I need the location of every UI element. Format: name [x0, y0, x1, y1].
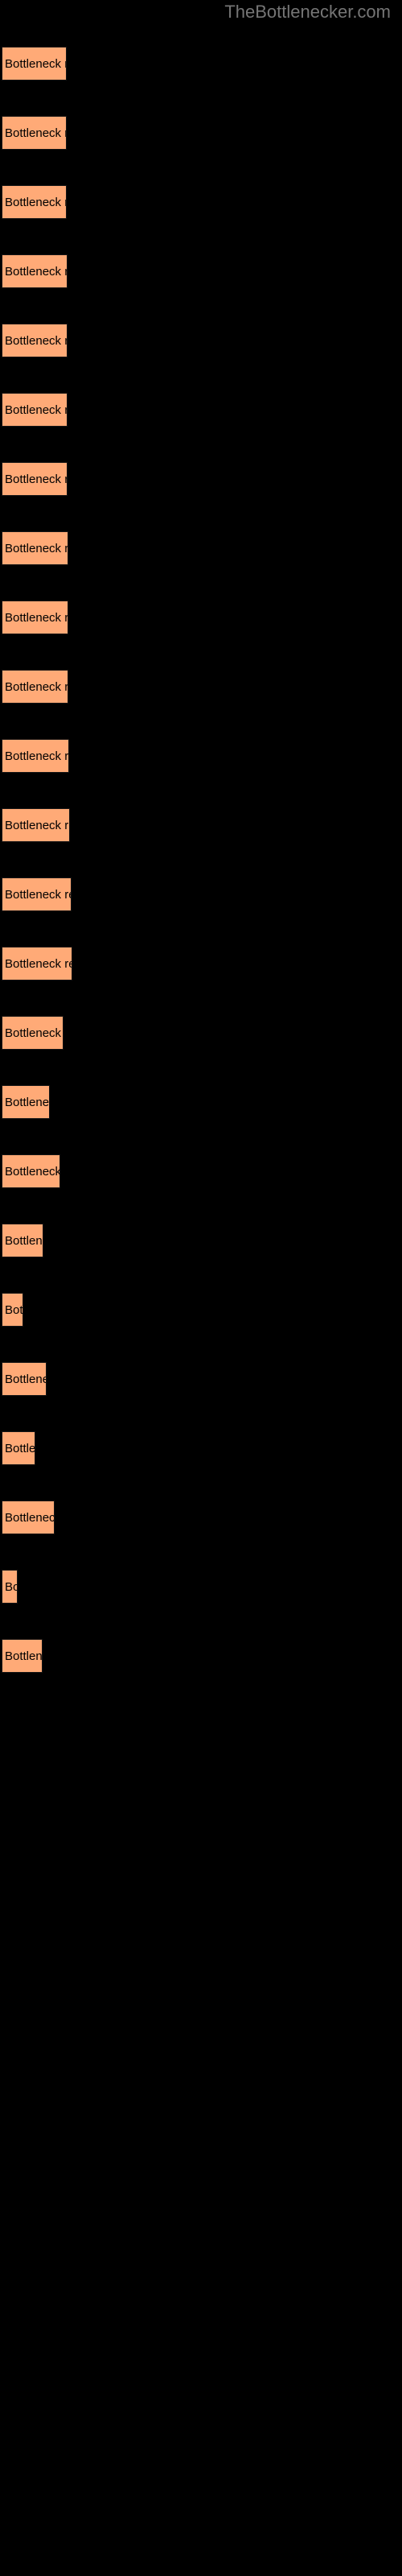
bar-bottleneck-result[interactable]: Bottleneck result: [2, 1431, 35, 1465]
bar-bottleneck-result[interactable]: Bottleneck result: [2, 1085, 50, 1119]
bar-bottleneck-result[interactable]: Bottleneck result: [2, 947, 72, 980]
bar-label: Bottleneck result: [5, 57, 66, 71]
bottleneck-chart: TheBottlenecker.com Bottleneck resultBot…: [0, 0, 402, 2576]
bar-row: Bottleneck result: [0, 116, 402, 150]
bar-row: Bottleneck result: [0, 877, 402, 911]
bar-row: Bottleneck result: [0, 531, 402, 565]
bar-row: Bottleneck result: [0, 670, 402, 704]
bar-row: Bottleneck result: [0, 324, 402, 357]
bar-label: Bottleneck result: [5, 888, 71, 902]
bar-label: Bottleneck result: [5, 611, 68, 625]
bar-label: Bottleneck result: [5, 1096, 50, 1109]
bar-label: Bottleneck result: [5, 957, 72, 971]
bar-bottleneck-result[interactable]: Bottleneck result: [2, 1570, 18, 1604]
bar-label: Bottleneck result: [5, 749, 69, 763]
bar-row: Bottleneck result: [0, 1016, 402, 1050]
bar-bottleneck-result[interactable]: Bottleneck result: [2, 1154, 60, 1188]
bar-bottleneck-result[interactable]: Bottleneck result: [2, 1639, 43, 1673]
bar-label: Bottleneck result: [5, 126, 66, 140]
bar-bottleneck-result[interactable]: Bottleneck result: [2, 462, 68, 496]
bar-label: Bottleneck result: [5, 819, 69, 832]
bar-bottleneck-result[interactable]: Bottleneck result: [2, 393, 68, 427]
bar-label: Bottleneck result: [5, 1442, 35, 1455]
bar-row: Bottleneck result: [0, 393, 402, 427]
bar-bottleneck-result[interactable]: Bottleneck result: [2, 1016, 64, 1050]
bar-bottleneck-result[interactable]: Bottleneck result: [2, 1362, 47, 1396]
bar-label: Bottleneck result: [5, 1234, 43, 1248]
bar-bottleneck-result[interactable]: Bottleneck result: [2, 877, 72, 911]
bar-row: Bottleneck result: [0, 1224, 402, 1257]
bar-bottleneck-result[interactable]: Bottleneck result: [2, 1293, 23, 1327]
bar-bottleneck-result[interactable]: Bottleneck result: [2, 185, 67, 219]
bar-bottleneck-result[interactable]: Bottleneck result: [2, 116, 67, 150]
bar-row: Bottleneck result: [0, 1154, 402, 1188]
bar-row: Bottleneck result: [0, 254, 402, 288]
bar-label: Bottleneck result: [5, 1373, 46, 1386]
bar-chart-plot-area: Bottleneck result Bottleneck result Bottle…: [0, 0, 402, 2576]
bar-label: Bottleneck result: [5, 403, 67, 417]
bar-row: Bottleneck result: [0, 1570, 402, 1604]
bar-bottleneck-result[interactable]: Bottleneck result: [2, 601, 68, 634]
bar-row: Bottleneck result: [0, 739, 402, 773]
bar-bottleneck-result[interactable]: Bottleneck result: [2, 1501, 55, 1534]
bar-label: Bottleneck result: [5, 1303, 23, 1317]
bar-label: Bottleneck result: [5, 1511, 55, 1525]
bar-row: Bottleneck result: [0, 185, 402, 219]
bar-label: Bottleneck result: [5, 196, 66, 209]
bar-row: Bottleneck result: [0, 47, 402, 80]
bar-label: Bottleneck result: [5, 473, 67, 486]
bar-row: Bottleneck result: [0, 1362, 402, 1396]
bar-bottleneck-result[interactable]: Bottleneck result: [2, 324, 68, 357]
bar-row: Bottleneck result: [0, 1639, 402, 1673]
bar-row: Bottleneck result: [0, 1085, 402, 1119]
bar-row: Bottleneck result: [0, 601, 402, 634]
bar-row: Bottleneck result: [0, 1431, 402, 1465]
bar-bottleneck-result[interactable]: Bottleneck result: [2, 531, 68, 565]
bar-label: Bottleneck result: [5, 542, 68, 555]
bar-bottleneck-result[interactable]: Bottleneck result: [2, 808, 70, 842]
bar-bottleneck-result[interactable]: Bottleneck result: [2, 47, 67, 80]
bar-row: Bottleneck result: [0, 808, 402, 842]
bar-bottleneck-result[interactable]: Bottleneck result: [2, 739, 69, 773]
bar-label: Bottleneck result: [5, 1026, 63, 1040]
bar-label: Bottleneck result: [5, 1580, 17, 1594]
bar-label: Bottleneck result: [5, 1649, 43, 1663]
bar-label: Bottleneck result: [5, 1165, 60, 1179]
bar-row: Bottleneck result: [0, 947, 402, 980]
bar-row: Bottleneck result: [0, 1293, 402, 1327]
bar-bottleneck-result[interactable]: Bottleneck result: [2, 1224, 43, 1257]
bar-bottleneck-result[interactable]: Bottleneck result: [2, 670, 68, 704]
bar-label: Bottleneck result: [5, 265, 67, 279]
bar-bottleneck-result[interactable]: Bottleneck result: [2, 254, 68, 288]
bar-row: Bottleneck result: [0, 462, 402, 496]
bar-row: Bottleneck result: [0, 1501, 402, 1534]
bar-label: Bottleneck result: [5, 334, 67, 348]
bar-label: Bottleneck result: [5, 680, 68, 694]
